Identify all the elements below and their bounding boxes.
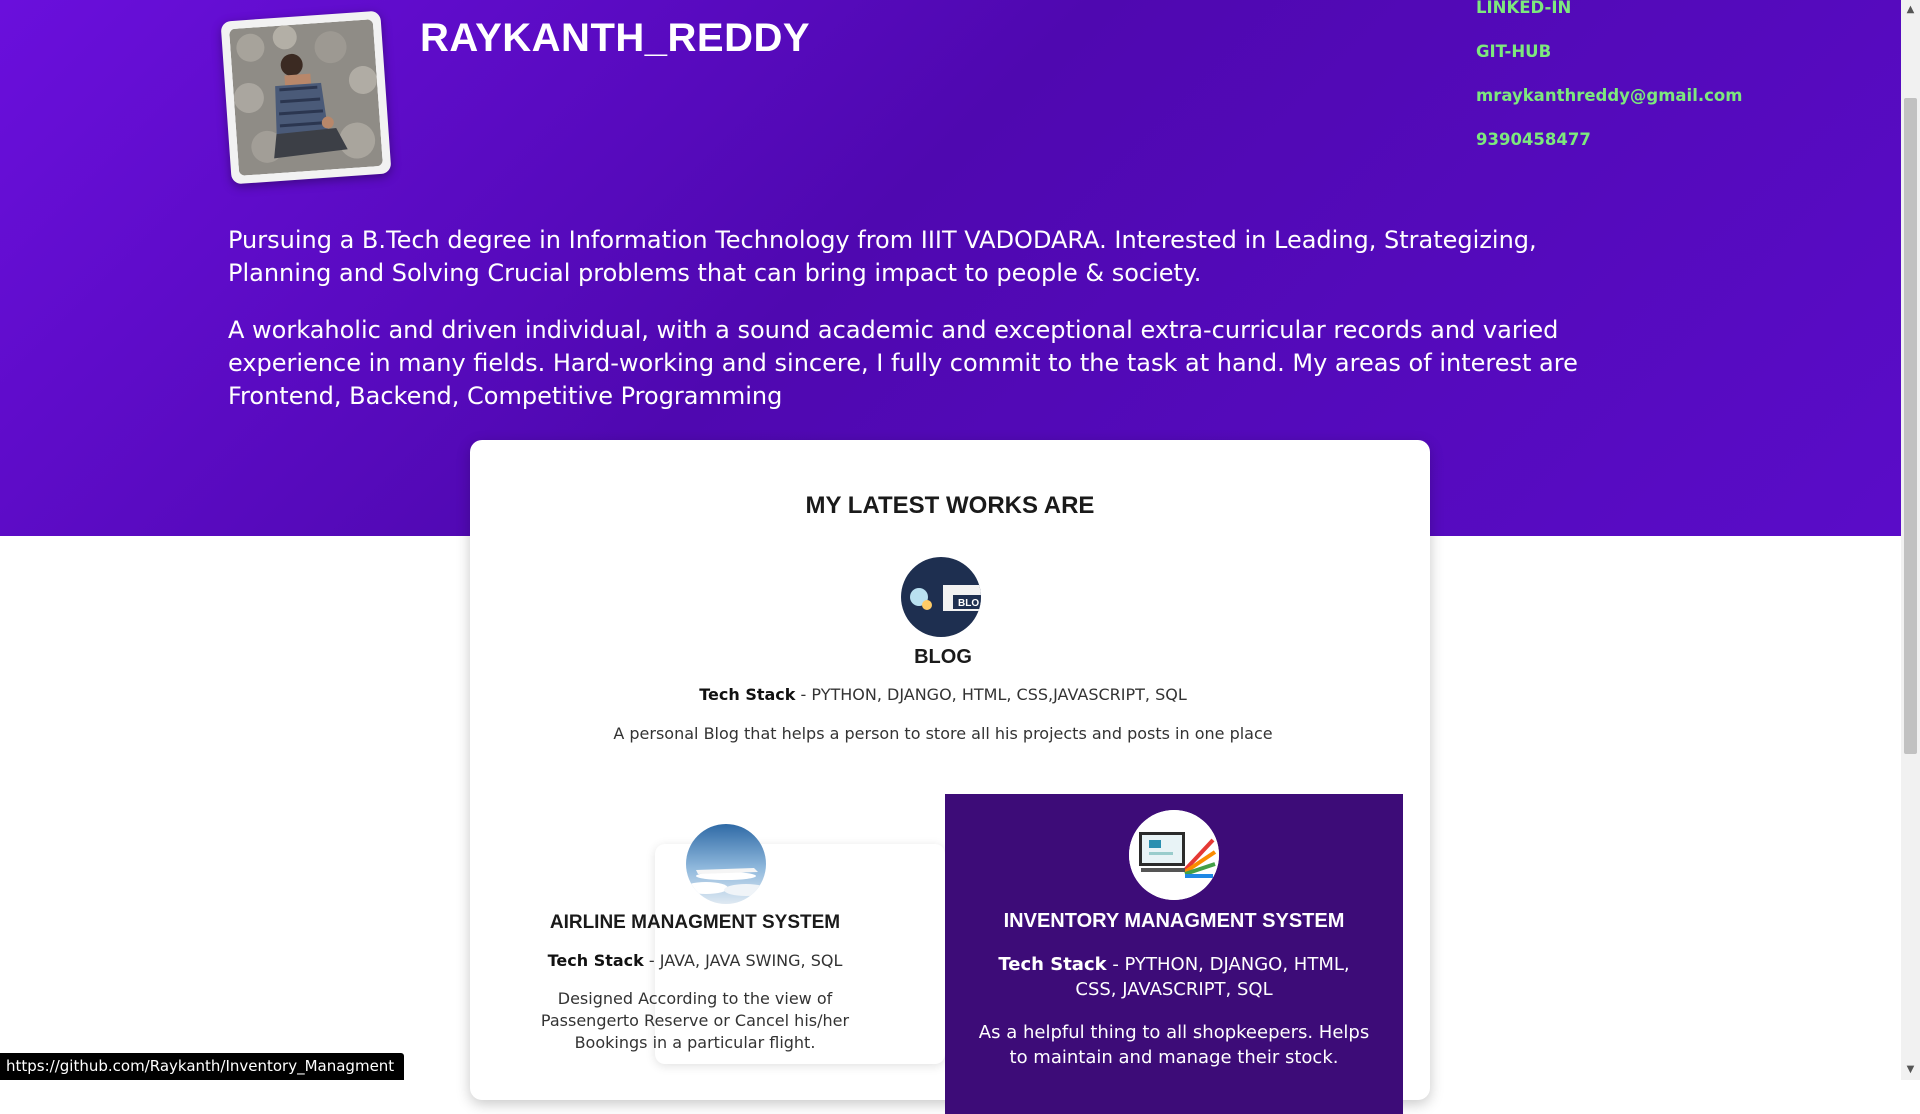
blog-description: A personal Blog that helps a person to s… — [613, 724, 1273, 743]
airline-tech-stack: Tech Stack - JAVA, JAVA SWING, SQL — [547, 951, 843, 970]
github-link[interactable]: GIT-HUB — [1476, 30, 1742, 74]
airplane-thumbnail-icon — [686, 824, 766, 904]
works-heading: MY LATEST WORKS ARE — [805, 492, 1095, 519]
blog-title: BLOG — [914, 646, 972, 668]
latest-works-card: MY LATEST WORKS ARE BLO BLOG Tech Stack … — [470, 440, 1430, 1114]
scroll-up-arrow-icon[interactable]: ▲ — [1905, 4, 1916, 15]
inventory-project-card[interactable]: INVENTORY MANAGMENT SYSTEM Tech Stack - … — [945, 794, 1403, 1114]
phone-link[interactable]: 9390458477 — [1476, 118, 1742, 162]
profile-avatar — [220, 10, 392, 185]
svg-text:BLO: BLO — [958, 598, 979, 609]
bio-paragraph-about: A workaholic and driven individual, with… — [228, 316, 1578, 410]
tech-stack-label: Tech Stack — [699, 685, 796, 704]
tech-stack-label: Tech Stack — [547, 951, 644, 970]
airline-stack-value: JAVA, JAVA SWING, SQL — [659, 951, 843, 970]
tech-stack-label: Tech Stack — [998, 954, 1107, 975]
scroll-thumb[interactable] — [1904, 98, 1917, 754]
airline-title: AIRLINE MANAGMENT SYSTEM — [549, 912, 841, 933]
blog-stack-value: PYTHON, DJANGO, HTML, CSS,JAVASCRIPT, SQ… — [811, 685, 1187, 704]
inventory-title: INVENTORY MANAGMENT SYSTEM — [1003, 910, 1345, 932]
inventory-tech-stack: Tech Stack - PYTHON, DJANGO, HTML, CSS, … — [998, 954, 1350, 1000]
link-status-bar: https://github.com/Raykanth/Inventory_Ma… — [0, 1053, 405, 1080]
blog-thumbnail-icon: BLO — [901, 557, 981, 637]
profile-photo — [229, 19, 383, 176]
inventory-thumbnail-icon — [1129, 810, 1219, 900]
scroll-down-arrow-icon[interactable]: ▼ — [1905, 1064, 1916, 1075]
linkedin-link[interactable]: LINKED-IN — [1476, 0, 1742, 30]
inventory-description: As a helpful thing to all shopkeepers. H… — [978, 1022, 1370, 1068]
contact-links: LINKED-IN GIT-HUB mraykanthreddy@gmail.c… — [1476, 0, 1742, 162]
airline-description: Designed According to the view of Passen… — [540, 989, 850, 1052]
blog-tech-stack: Tech Stack - PYTHON, DJANGO, HTML, CSS,J… — [699, 685, 1187, 704]
email-link[interactable]: mraykanthreddy@gmail.com — [1476, 74, 1742, 118]
bio-paragraph-education: Pursuing a B.Tech degree in Information … — [228, 226, 1537, 287]
vertical-scrollbar[interactable]: ▲ ▼ — [1901, 0, 1920, 1080]
profile-name: RAYKANTH_REDDY — [420, 16, 811, 60]
inventory-stack-value: PYTHON, DJANGO, HTML, CSS, JAVASCRIPT, S… — [1075, 954, 1350, 1000]
profile-bio: Pursuing a B.Tech degree in Information … — [228, 224, 1628, 437]
